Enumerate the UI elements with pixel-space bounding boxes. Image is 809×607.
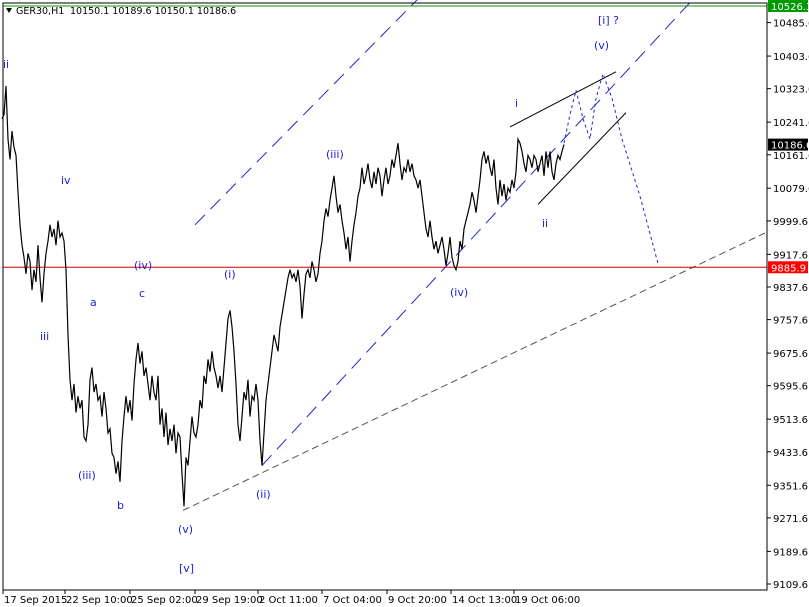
wave-label: (v) bbox=[178, 523, 193, 536]
wave-label: a bbox=[90, 296, 97, 309]
y-tick-label: 9757.6 bbox=[773, 316, 808, 327]
y-tick-label: 9351.6 bbox=[773, 481, 808, 492]
y-tick-label: 10079.6 bbox=[773, 184, 809, 195]
y-tick-label: 9433.6 bbox=[773, 448, 808, 459]
x-tick-label: 17 Sep 2015 bbox=[4, 595, 67, 606]
price-label-text: 10526.3 bbox=[771, 2, 809, 13]
wave-label: [i] ? bbox=[598, 14, 619, 27]
y-tick-label: 10403.6 bbox=[773, 52, 809, 63]
wave-label: b bbox=[117, 499, 124, 512]
wave-label: (v) bbox=[594, 39, 609, 52]
chart-header: GER30,H1 10150.1 10189.6 10150.1 10186.6 bbox=[6, 6, 236, 17]
x-tick-label: 2 Oct 11:00 bbox=[259, 595, 318, 606]
y-tick-label: 9189.6 bbox=[773, 547, 808, 558]
x-tick-label: 14 Oct 13:00 bbox=[452, 595, 517, 606]
x-tick-label: 7 Oct 04:00 bbox=[323, 595, 382, 606]
y-tick-label: 9513.6 bbox=[773, 415, 808, 426]
chart-background bbox=[0, 0, 809, 607]
wave-label: (iv) bbox=[134, 259, 152, 272]
y-tick-label: 10323.6 bbox=[773, 85, 809, 96]
x-tick-label: 19 Oct 06:00 bbox=[515, 595, 580, 606]
y-tick-label: 9837.6 bbox=[773, 283, 808, 294]
y-tick-label: 10485.6 bbox=[773, 19, 809, 30]
y-tick-label: 9675.6 bbox=[773, 349, 808, 360]
wave-label: (i) bbox=[224, 268, 236, 281]
price-chart[interactable]: iiiviiia(iv)c(iii)b(v)[v](i)(ii)(iii)(iv… bbox=[0, 0, 809, 607]
price-label-text: 9885.9 bbox=[771, 263, 806, 274]
wave-label: i bbox=[515, 97, 518, 110]
wave-label: (iii) bbox=[326, 148, 344, 161]
x-tick-label: 22 Sep 10:00 bbox=[66, 595, 133, 606]
y-tick-label: 10241.6 bbox=[773, 118, 809, 129]
x-tick-label: 9 Oct 20:00 bbox=[388, 595, 447, 606]
wave-label: (iii) bbox=[78, 469, 96, 482]
y-tick-label: 9109.6 bbox=[773, 580, 808, 591]
x-tick-label: 25 Sep 02:00 bbox=[131, 595, 198, 606]
x-tick-label: 29 Sep 19:00 bbox=[196, 595, 263, 606]
y-tick-label: 9271.6 bbox=[773, 514, 808, 525]
wave-label: ii bbox=[3, 58, 9, 71]
wave-label: [v] bbox=[179, 562, 194, 575]
y-tick-label: 9595.6 bbox=[773, 382, 808, 393]
y-tick-label: 9999.6 bbox=[773, 217, 808, 228]
wave-label: (iv) bbox=[450, 286, 468, 299]
price-label-text: 10186.6 bbox=[771, 141, 809, 152]
wave-label: iii bbox=[40, 330, 49, 343]
symbol-label: GER30,H1 bbox=[16, 6, 64, 17]
wave-label: c bbox=[139, 287, 145, 300]
wave-label: iv bbox=[61, 174, 71, 187]
y-tick-label: 10161.6 bbox=[773, 151, 809, 162]
wave-label: ii bbox=[542, 217, 548, 230]
ohlc-values: 10150.1 10189.6 10150.1 10186.6 bbox=[70, 6, 236, 17]
wave-label: (ii) bbox=[256, 488, 271, 501]
y-tick-label: 9917.6 bbox=[773, 250, 808, 261]
